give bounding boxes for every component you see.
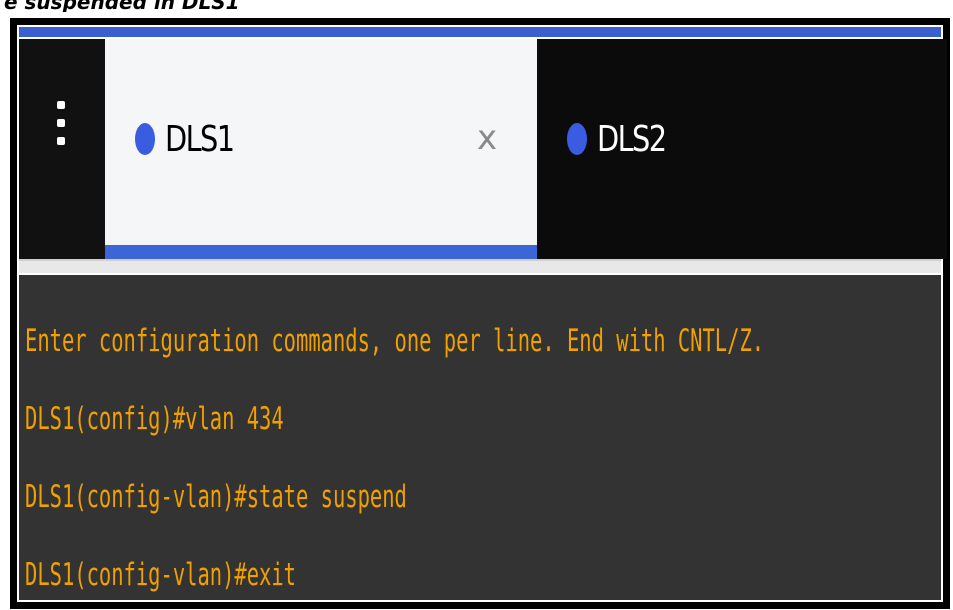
tab-dls1[interactable]: DLS1 x <box>105 39 537 259</box>
menu-button[interactable] <box>19 39 105 259</box>
tab-label: DLS2 <box>597 119 667 160</box>
document-caption: e suspended in DLS1 <box>4 0 240 12</box>
connection-status-icon <box>567 123 587 155</box>
tab-separator <box>19 259 941 273</box>
terminal-window-frame: DLS1 x DLS2 Enter configuration commands… <box>10 18 950 609</box>
terminal-line: DLS1(config-vlan)#exit <box>25 557 297 593</box>
active-tab-indicator <box>105 245 537 259</box>
tab-dls2[interactable]: DLS2 <box>537 39 947 259</box>
window-top-strip <box>19 27 941 39</box>
tab-label: DLS1 <box>165 119 235 160</box>
terminal-line: DLS1(config-vlan)#state suspend <box>25 479 407 515</box>
terminal-output[interactable]: Enter configuration commands, one per li… <box>19 273 941 600</box>
terminal-window: DLS1 x DLS2 Enter configuration commands… <box>17 25 947 602</box>
terminal-line: Enter configuration commands, one per li… <box>25 323 765 359</box>
close-tab-icon[interactable]: x <box>477 117 497 159</box>
tab-bar: DLS1 x DLS2 <box>19 39 947 259</box>
screenshot-page: e suspended in DLS1 DLS1 x DLS2 Enter co… <box>0 0 953 610</box>
connection-status-icon <box>135 123 155 155</box>
terminal-line: DLS1(config)#vlan 434 <box>25 401 284 437</box>
